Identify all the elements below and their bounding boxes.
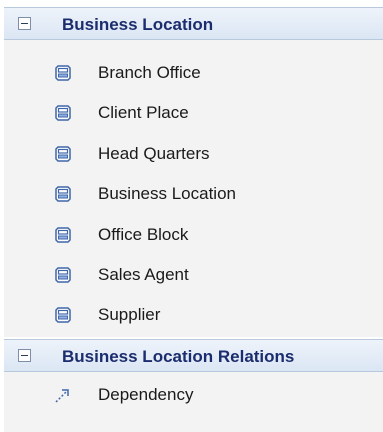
- toolbox-item-label: Dependency: [98, 385, 194, 404]
- location-element-icon: [55, 65, 71, 81]
- collapse-minus-icon[interactable]: [18, 17, 31, 30]
- group-label: Business Location Relations: [62, 347, 295, 366]
- toolbox-item-label: Head Quarters: [98, 144, 210, 163]
- toolbox-item-client-place[interactable]: Client Place: [4, 93, 383, 133]
- toolbox-panel: Business Location Branch Office Client P…: [0, 0, 383, 432]
- group-body-business-location: Branch Office Client Place Head Quarters: [4, 40, 383, 337]
- group-header-business-location[interactable]: Business Location: [4, 7, 383, 40]
- location-element-icon: [55, 267, 71, 283]
- toolbox-item-label: Sales Agent: [98, 265, 189, 284]
- toolbox-item-dependency[interactable]: Dependency: [4, 375, 383, 415]
- toolbox-item-label: Client Place: [98, 103, 189, 122]
- location-element-icon: [55, 186, 71, 202]
- location-element-icon: [55, 227, 71, 243]
- toolbox-item-label: Business Location: [98, 184, 236, 203]
- toolbox-item-head-quarters[interactable]: Head Quarters: [4, 134, 383, 174]
- toolbox-item-sales-agent[interactable]: Sales Agent: [4, 255, 383, 295]
- group-label: Business Location: [62, 15, 214, 34]
- toolbox-item-office-block[interactable]: Office Block: [4, 215, 383, 255]
- toolbox-item-label: Branch Office: [98, 63, 201, 82]
- collapse-minus-icon[interactable]: [18, 349, 31, 362]
- toolbox-item-branch-office[interactable]: Branch Office: [4, 53, 383, 93]
- location-element-icon: [55, 146, 71, 162]
- toolbox-item-label: Office Block: [98, 225, 189, 244]
- location-element-icon: [55, 105, 71, 121]
- group-header-business-location-relations[interactable]: Business Location Relations: [4, 339, 383, 372]
- location-element-icon: [55, 307, 71, 323]
- toolbox-item-supplier[interactable]: Supplier: [4, 295, 383, 335]
- dependency-arrow-icon: [55, 389, 69, 403]
- toolbox-item-label: Supplier: [98, 305, 161, 324]
- group-body-business-location-relations: Dependency: [4, 372, 383, 432]
- toolbox-item-business-location[interactable]: Business Location: [4, 174, 383, 214]
